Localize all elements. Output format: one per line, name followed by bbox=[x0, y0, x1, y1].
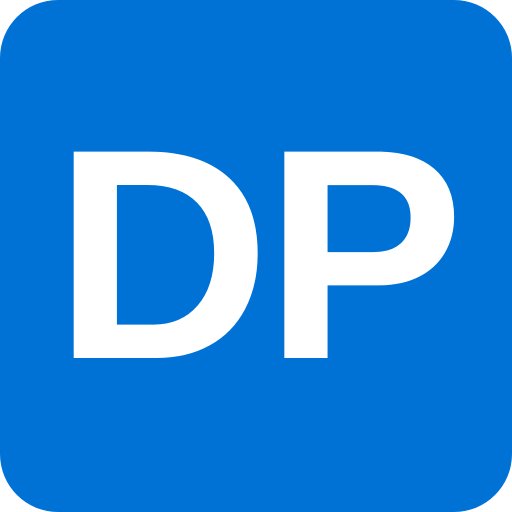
app-icon-monogram: DP bbox=[53, 86, 465, 422]
app-icon-tile: DP bbox=[0, 0, 512, 512]
